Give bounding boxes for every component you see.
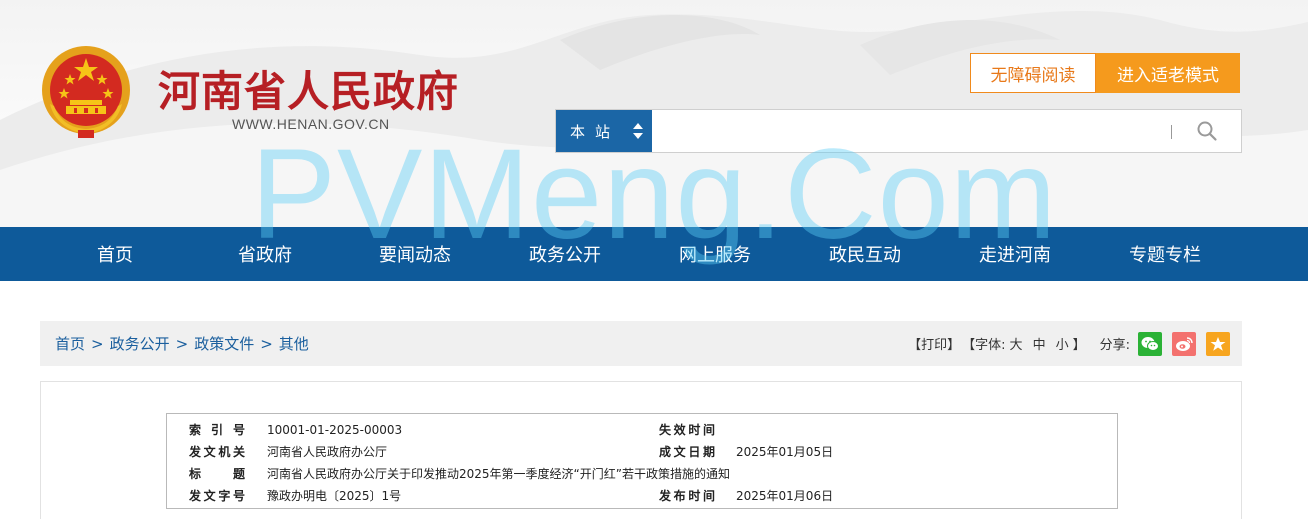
search-divider	[1171, 125, 1172, 139]
font-size-medium[interactable]: 中	[1033, 334, 1046, 353]
site-header: 河南省人民政府 WWW.HENAN.GOV.CN 无障碍阅读 进入适老模式 本站	[0, 0, 1308, 227]
weibo-share-icon[interactable]	[1172, 331, 1196, 356]
meta-value-title: 河南省人民政府办公厅关于印发推动2025年第一季度经济“开门红”若干政策措施的通…	[267, 467, 730, 481]
meta-label-index: 索引号	[189, 423, 245, 437]
meta-label-expire: 失效时间	[659, 423, 715, 437]
breadcrumb-home[interactable]: 首页	[55, 333, 85, 354]
article-container: 索引号 10001-01-2025-00003 失效时间 发文机关 河南省人民政…	[40, 381, 1242, 519]
search-scope-label: 本站	[570, 122, 621, 141]
meta-row-title: 标题 河南省人民政府办公厅关于印发推动2025年第一季度经济“开门红”若干政策措…	[167, 463, 1119, 485]
breadcrumb-bar: 首页 > 政务公开 > 政策文件 > 其他 【打印】 【字体: 大 中 小 】 …	[40, 321, 1242, 366]
font-size-large[interactable]: 大	[1010, 334, 1023, 353]
meta-value-issuer: 河南省人民政府办公厅	[267, 445, 388, 459]
main-nav: 首页 省政府 要闻动态 政务公开 网上服务 政民互动 走进河南 专题专栏	[0, 227, 1308, 281]
meta-value-publish-date: 2025年01月06日	[736, 489, 834, 503]
meta-label-issuer: 发文机关	[189, 445, 245, 459]
print-link[interactable]: 【打印】	[908, 334, 960, 353]
site-title: 河南省人民政府	[158, 67, 460, 116]
breadcrumb-separator: >	[91, 334, 104, 353]
meta-row-issuer: 发文机关 河南省人民政府办公厅 成文日期 2025年01月05日	[167, 441, 1119, 463]
meta-value-doc-number: 豫政办明电〔2025〕1号	[267, 489, 402, 503]
meta-label-title: 标题	[189, 467, 245, 481]
nav-item-provincial-government[interactable]: 省政府	[190, 227, 340, 281]
search-scope-select[interactable]: 本站	[556, 110, 652, 152]
breadcrumb-policy-documents[interactable]: 政策文件	[194, 333, 254, 354]
nav-item-interaction[interactable]: 政民互动	[790, 227, 940, 281]
breadcrumb-government-affairs[interactable]: 政务公开	[110, 333, 170, 354]
meta-row-doc-number: 发文字号 豫政办明电〔2025〕1号 发布时间 2025年01月06日	[167, 485, 1119, 507]
nav-item-news[interactable]: 要闻动态	[340, 227, 490, 281]
nav-item-government-affairs[interactable]: 政务公开	[490, 227, 640, 281]
nav-item-about-henan[interactable]: 走进河南	[940, 227, 1090, 281]
nav-item-special-topics[interactable]: 专题专栏	[1090, 227, 1240, 281]
favorite-star-icon[interactable]	[1206, 331, 1230, 356]
elder-mode-button[interactable]: 进入适老模式	[1096, 53, 1240, 93]
nav-item-online-services[interactable]: 网上服务	[640, 227, 790, 281]
wechat-share-icon[interactable]	[1138, 331, 1162, 356]
meta-label-doc-number: 发文字号	[189, 489, 245, 503]
sort-arrows-icon	[633, 123, 643, 139]
breadcrumb: 首页 > 政务公开 > 政策文件 > 其他	[55, 321, 309, 366]
document-metadata-table: 索引号 10001-01-2025-00003 失效时间 发文机关 河南省人民政…	[166, 413, 1118, 509]
breadcrumb-separator: >	[260, 334, 273, 353]
national-emblem-logo	[42, 46, 130, 138]
font-size-small[interactable]: 小	[1056, 334, 1069, 353]
breadcrumb-separator: >	[175, 334, 189, 353]
search-icon[interactable]	[1196, 120, 1218, 142]
meta-label-written-date: 成文日期	[659, 445, 715, 459]
meta-value-index: 10001-01-2025-00003	[267, 423, 403, 437]
font-size-close: 】	[1072, 338, 1086, 353]
search-input[interactable]	[654, 112, 1174, 150]
accessible-reading-button[interactable]: 无障碍阅读	[970, 53, 1096, 93]
site-url: WWW.HENAN.GOV.CN	[232, 116, 390, 132]
meta-label-publish-date: 发布时间	[659, 489, 715, 503]
meta-value-written-date: 2025年01月05日	[736, 445, 834, 459]
page-tools: 【打印】 【字体: 大 中 小 】 分享:	[908, 321, 1230, 366]
meta-row-index: 索引号 10001-01-2025-00003 失效时间	[167, 419, 1119, 441]
share-label: 分享:	[1099, 338, 1130, 353]
nav-item-home[interactable]: 首页	[40, 227, 190, 281]
search-box: 本站	[555, 109, 1242, 153]
breadcrumb-other[interactable]: 其他	[279, 333, 309, 354]
font-size-label: 【字体:	[962, 338, 1006, 353]
